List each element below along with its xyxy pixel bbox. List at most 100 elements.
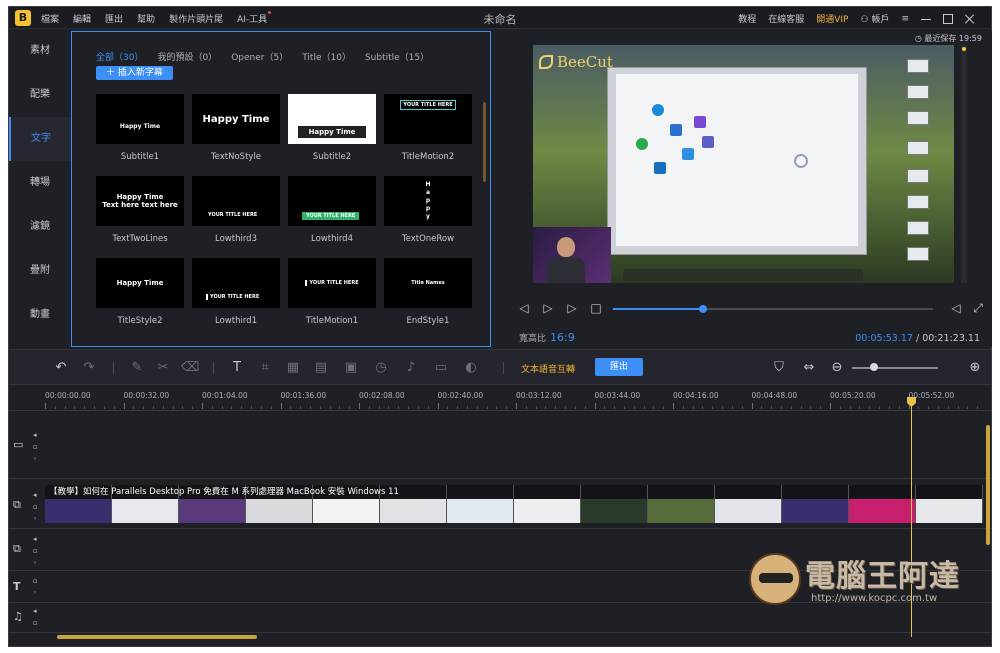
template-lowthird1[interactable]: YOUR TITLE HERE Lowthird1 (192, 258, 280, 326)
caption-icon[interactable]: ▭ (433, 360, 449, 376)
template-lowthird4[interactable]: YOUR TITLE HERE Lowthird4 (288, 176, 376, 244)
redo-icon[interactable]: ↷ (81, 360, 97, 376)
tutorial-link[interactable]: 教程 (738, 12, 756, 25)
video-clip-thumbnail[interactable] (648, 485, 715, 523)
sidebar-item-filter[interactable]: 濾鏡 (9, 205, 71, 249)
template-titlestyle2[interactable]: Happy Time TitleStyle2 (96, 258, 184, 326)
marker-icon[interactable]: ⛉ (771, 360, 787, 376)
video-clip-thumbnail[interactable] (514, 485, 581, 523)
fit-timeline-icon[interactable]: ⇔ (801, 360, 817, 376)
template-textonerow[interactable]: Happy TextOneRow (384, 176, 472, 244)
scissors-icon[interactable]: ✂ (155, 360, 171, 376)
tab-title[interactable]: Title（10） (302, 50, 351, 63)
timeline-vertical-scrollbar[interactable] (986, 425, 990, 545)
menu-edit[interactable]: 編輯 (73, 12, 91, 25)
menu-intro-outro[interactable]: 製作片頭片尾 (169, 12, 223, 25)
video-clip-thumbnail[interactable] (782, 485, 849, 523)
video-clip-thumbnail[interactable] (715, 485, 782, 523)
sidebar-item-music[interactable]: 配樂 (9, 73, 71, 117)
crop-icon[interactable]: ⌗ (257, 360, 273, 376)
vip-link[interactable]: 開通VIP (816, 12, 848, 25)
maximize-icon[interactable] (943, 13, 953, 24)
visibility-icon[interactable]: ◦ (33, 559, 39, 567)
undo-icon[interactable]: ↶ (53, 360, 69, 376)
visibility-icon[interactable]: ◦ (33, 455, 39, 463)
lock-icon[interactable]: ▫ (33, 577, 39, 585)
volume-icon[interactable]: ◂ (33, 607, 39, 615)
template-titlemotion2[interactable]: YOUR TITLE HERE TitleMotion2 (384, 94, 472, 162)
template-endstyle1[interactable]: Title Names EndStyle1 (384, 258, 472, 326)
video-preview[interactable]: BeeCut (533, 45, 954, 283)
video-clip-thumbnail[interactable] (581, 485, 648, 523)
freeze-frame-icon[interactable]: ▤ (313, 360, 329, 376)
color-icon[interactable]: ◐ (463, 360, 479, 376)
zoom-out-icon[interactable]: ⊖ (829, 360, 845, 376)
next-frame-icon[interactable]: ▷ (565, 301, 579, 315)
menu-icon[interactable]: ≡ (901, 14, 909, 24)
timeline-ruler[interactable]: 00:00:00.00 00:00:32.00 00:01:04.00 00:01:3… (9, 385, 991, 411)
template-titlemotion1[interactable]: YOUR TITLE HERE TitleMotion1 (288, 258, 376, 326)
speed-icon[interactable]: ◷ (373, 360, 389, 376)
lock-icon[interactable]: ▫ (33, 503, 39, 511)
stop-icon[interactable]: □ (589, 301, 603, 315)
video-clip-thumbnail[interactable] (447, 485, 514, 523)
sidebar-item-overlay[interactable]: 疊附 (9, 249, 71, 293)
text-to-speech-button[interactable]: 文本語音互轉 (521, 362, 575, 375)
ruler-tick (94, 406, 96, 409)
aspect-ratio-selector[interactable]: 寬高比 16:9 (519, 331, 575, 344)
pip-icon[interactable]: ▣ (343, 360, 359, 376)
menu-file[interactable]: 檔案 (41, 12, 59, 25)
template-lowthird3[interactable]: YOUR TITLE HERE Lowthird3 (192, 176, 280, 244)
insert-subtitle-button[interactable]: ＋ 插入新字幕 (96, 66, 173, 80)
account-button[interactable]: ⚇ 帳戶 (860, 12, 889, 25)
video-clip-thumbnail[interactable] (849, 485, 916, 523)
lock-icon[interactable]: ▫ (33, 547, 39, 555)
play-icon[interactable]: ▷ (541, 301, 555, 315)
tab-subtitle[interactable]: Subtitle（15） (365, 50, 429, 63)
playhead[interactable] (911, 397, 912, 637)
sidebar-item-animation[interactable]: 動畫 (9, 293, 71, 337)
menu-ai-tools[interactable]: AI-工具 (237, 11, 272, 25)
sidebar-item-text[interactable]: 文字 (9, 117, 71, 161)
tab-all[interactable]: 全部（30） (96, 50, 143, 63)
close-icon[interactable] (965, 14, 975, 24)
library-scrollbar[interactable] (483, 102, 486, 182)
volume-icon[interactable]: ◂ (33, 431, 39, 439)
zoom-in-icon[interactable]: ⊕ (967, 360, 983, 376)
template-subtitle2[interactable]: Happy Time Subtitle2 (288, 94, 376, 162)
export-button[interactable]: 匯出 (595, 358, 643, 376)
support-link[interactable]: 在線客服 (768, 12, 804, 25)
tab-opener[interactable]: Opener（5） (231, 50, 288, 63)
sidebar-item-transition[interactable]: 轉場 (9, 161, 71, 205)
template-textnostyle[interactable]: Happy Time TextNoStyle (192, 94, 280, 162)
edit-icon[interactable]: ✎ (129, 360, 145, 376)
previous-frame-icon[interactable]: ◁ (517, 301, 531, 315)
delete-icon[interactable]: ⌫ (181, 360, 199, 376)
menu-help[interactable]: 幫助 (137, 12, 155, 25)
volume-icon[interactable]: ◁ (949, 301, 963, 315)
text-icon[interactable]: T (229, 360, 245, 376)
lock-icon[interactable]: ▫ (33, 619, 39, 627)
sidebar-item-media[interactable]: 素材 (9, 29, 71, 73)
ruler-tick (152, 406, 154, 409)
preview-scrollbar[interactable] (961, 45, 967, 283)
progress-knob[interactable] (698, 305, 707, 313)
menu-export[interactable]: 匯出 (105, 12, 123, 25)
mosaic-icon[interactable]: ▦ (285, 360, 301, 376)
volume-icon[interactable]: ◂ (33, 491, 39, 499)
minimize-icon[interactable] (921, 14, 931, 24)
timeline-horizontal-scrollbar[interactable] (57, 635, 257, 639)
zoom-slider-knob[interactable] (869, 363, 878, 371)
template-subtitle1[interactable]: Happy Time Subtitle1 (96, 94, 184, 162)
video-clip-thumbnail[interactable] (916, 485, 983, 523)
microphone-icon[interactable]: ♪ (403, 360, 419, 376)
zoom-slider[interactable] (852, 367, 938, 369)
playback-progress-bar[interactable] (613, 305, 933, 313)
visibility-icon[interactable]: ◦ (33, 589, 39, 597)
template-texttwolines[interactable]: Happy Time Text here text here TextTwoLi… (96, 176, 184, 244)
lock-icon[interactable]: ▫ (33, 443, 39, 451)
visibility-icon[interactable]: ◦ (33, 515, 39, 523)
tab-my-presets[interactable]: 我的預設（0） (157, 50, 217, 63)
fullscreen-icon[interactable]: ⤢ (971, 301, 985, 315)
volume-icon[interactable]: ◂ (33, 535, 39, 543)
